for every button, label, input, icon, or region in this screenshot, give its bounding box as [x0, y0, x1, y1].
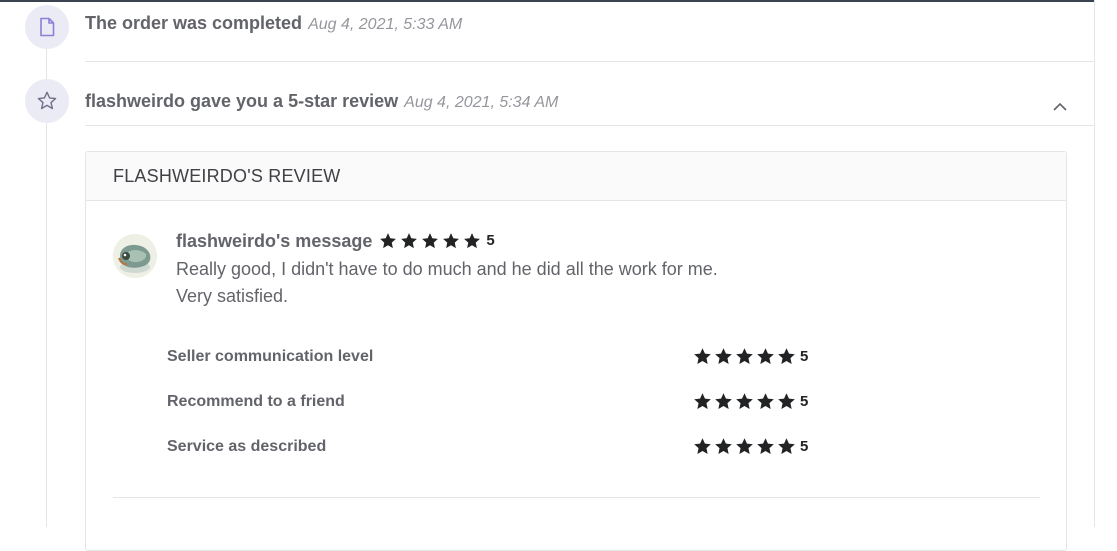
- avatar: [113, 234, 157, 278]
- right-border: [1094, 0, 1095, 527]
- star-rating: 5: [378, 230, 495, 252]
- star-icon: [401, 233, 418, 249]
- review-message: Really good, I didn't have to do much an…: [176, 256, 718, 310]
- event-title: flashweirdo gave you a 5-star review: [85, 91, 399, 111]
- star-icon: [736, 348, 753, 365]
- criteria-label-communication: Seller communication level: [167, 348, 374, 365]
- star-icon: [778, 348, 795, 365]
- star-icon: [443, 233, 460, 249]
- star-icon: [757, 438, 774, 455]
- criteria-rating-recommend: 5: [692, 392, 808, 411]
- collapse-button[interactable]: [1048, 94, 1072, 118]
- document-icon: [25, 5, 69, 49]
- star-icon: [715, 348, 732, 365]
- star-icon: [694, 393, 711, 410]
- chevron-up-icon: [1053, 102, 1067, 111]
- event-time: Aug 4, 2021, 5:34 AM: [404, 94, 559, 111]
- event-divider: [85, 125, 1095, 126]
- message-line: Very satisfied.: [176, 286, 289, 306]
- criteria-label-recommend: Recommend to a friend: [167, 393, 345, 410]
- star-icon: [757, 393, 774, 410]
- rating-value: 5: [800, 393, 809, 410]
- star-outline-icon: [25, 79, 69, 123]
- event-review-given: flashweirdo gave you a 5-star review Aug …: [85, 90, 558, 114]
- star-icon: [694, 438, 711, 455]
- event-order-completed: The order was completed Aug 4, 2021, 5:33…: [85, 12, 462, 36]
- criteria-rating-service: 5: [692, 437, 808, 456]
- review-divider: [113, 497, 1040, 498]
- review-message-title: flashweirdo's message 5: [176, 230, 495, 252]
- star-icon: [736, 393, 753, 410]
- top-border: [0, 0, 1095, 2]
- star-icon: [757, 348, 774, 365]
- event-title: The order was completed: [85, 13, 303, 33]
- star-icon: [715, 393, 732, 410]
- message-author: flashweirdo's message: [176, 231, 373, 251]
- review-header: FLASHWEIRDO'S REVIEW: [86, 152, 1066, 201]
- criteria-label-service: Service as described: [167, 438, 327, 455]
- star-icon: [422, 233, 439, 249]
- rating-value: 5: [800, 438, 809, 455]
- star-icon: [778, 438, 795, 455]
- star-icon: [715, 438, 732, 455]
- star-icon: [694, 348, 711, 365]
- criteria-rating-communication: 5: [692, 347, 808, 366]
- star-icon: [778, 393, 795, 410]
- star-icon: [736, 438, 753, 455]
- event-time: Aug 4, 2021, 5:33 AM: [308, 16, 463, 33]
- rating-value: 5: [800, 348, 809, 365]
- star-icon: [380, 233, 397, 249]
- star-icon: [464, 233, 481, 249]
- rating-value: 5: [486, 232, 495, 249]
- message-line: Really good, I didn't have to do much an…: [176, 259, 718, 279]
- event-divider: [85, 61, 1095, 62]
